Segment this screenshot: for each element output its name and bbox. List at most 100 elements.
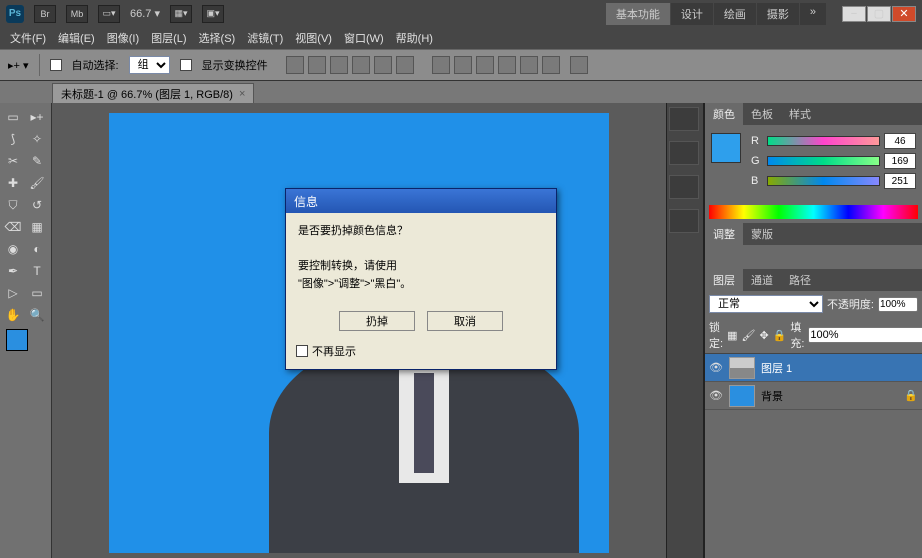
menu-file[interactable]: 文件(F)	[6, 28, 50, 48]
arrange-icon[interactable]: ▦▾	[170, 5, 192, 23]
g-slider[interactable]	[767, 156, 880, 166]
blend-mode-combo[interactable]: 正常	[709, 295, 823, 313]
menu-select[interactable]: 选择(S)	[195, 28, 240, 48]
tab-color[interactable]: 颜色	[705, 103, 743, 125]
workspace-more-icon[interactable]: »	[800, 3, 826, 25]
dont-show-checkbox[interactable]	[296, 345, 308, 357]
maximize-button[interactable]: ▢	[867, 6, 891, 22]
workspace-paint[interactable]: 绘画	[714, 3, 756, 25]
g-input[interactable]	[884, 153, 916, 169]
lock-paint-icon[interactable]: 🖌	[741, 329, 755, 342]
stamp-tool-icon[interactable]: ⛉	[2, 195, 24, 215]
eyedropper-tool-icon[interactable]: ✎	[26, 151, 48, 171]
menu-layer[interactable]: 图层(L)	[147, 28, 190, 48]
wand-tool-icon[interactable]: ✧	[26, 129, 48, 149]
heal-tool-icon[interactable]: ✚	[2, 173, 24, 193]
workspace-basic[interactable]: 基本功能	[606, 3, 670, 25]
move-tool-icon[interactable]: ▸+	[26, 107, 48, 127]
zoom-value[interactable]: 66.7 ▾	[130, 7, 160, 20]
tab-masks[interactable]: 蒙版	[743, 223, 781, 245]
move-tool-icon[interactable]: ▸+ ▾	[8, 59, 29, 72]
eraser-tool-icon[interactable]: ⌫	[2, 217, 24, 237]
workspace-photo[interactable]: 摄影	[757, 3, 799, 25]
lock-move-icon[interactable]: ✥	[759, 329, 768, 342]
brush-tool-icon[interactable]: 🖌	[26, 173, 48, 193]
layer-row[interactable]: 👁 图层 1	[705, 354, 922, 382]
menu-view[interactable]: 视图(V)	[291, 28, 336, 48]
dist-bottom-icon[interactable]	[476, 56, 494, 74]
auto-align-icon[interactable]	[570, 56, 588, 74]
history-panel-icon[interactable]	[669, 107, 699, 131]
extras-icon[interactable]: ▣▾	[202, 5, 224, 23]
b-input[interactable]	[884, 173, 916, 189]
lock-trans-icon[interactable]: ▦	[727, 329, 737, 342]
show-transform-checkbox[interactable]	[180, 59, 192, 71]
gradient-tool-icon[interactable]: ▦	[26, 217, 48, 237]
dist-top-icon[interactable]	[432, 56, 450, 74]
type-tool-icon[interactable]: T	[26, 261, 48, 281]
tab-styles[interactable]: 样式	[781, 103, 819, 125]
bridge-icon[interactable]: Br	[34, 5, 56, 23]
hand-tool-icon[interactable]: ✋	[2, 305, 24, 325]
tab-close-icon[interactable]: ×	[239, 88, 245, 100]
align-hcenter-icon[interactable]	[374, 56, 392, 74]
align-vcenter-icon[interactable]	[308, 56, 326, 74]
lock-all-icon[interactable]: 🔒	[773, 329, 787, 342]
menu-image[interactable]: 图像(I)	[103, 28, 143, 48]
dialog-title[interactable]: 信息	[286, 189, 556, 213]
cancel-button[interactable]: 取消	[427, 311, 503, 331]
screen-mode-icon[interactable]: ▭▾	[98, 5, 120, 23]
menu-help[interactable]: 帮助(H)	[392, 28, 437, 48]
document-tab[interactable]: 未标题-1 @ 66.7% (图层 1, RGB/8) ×	[52, 83, 254, 103]
auto-select-checkbox[interactable]	[50, 59, 62, 71]
opacity-input[interactable]	[878, 297, 918, 312]
align-top-icon[interactable]	[286, 56, 304, 74]
menu-window[interactable]: 窗口(W)	[340, 28, 388, 48]
tab-swatches[interactable]: 色板	[743, 103, 781, 125]
dist-left-icon[interactable]	[498, 56, 516, 74]
tab-layers[interactable]: 图层	[705, 269, 743, 291]
close-button[interactable]: ✕	[892, 6, 916, 22]
auto-select-combo[interactable]: 组	[129, 56, 170, 74]
tab-adjustments[interactable]: 调整	[705, 223, 743, 245]
history-brush-icon[interactable]: ↺	[26, 195, 48, 215]
tab-paths[interactable]: 路径	[781, 269, 819, 291]
minibridge-icon[interactable]: Mb	[66, 5, 88, 23]
marquee-tool-icon[interactable]: ▭	[2, 107, 24, 127]
b-slider[interactable]	[767, 176, 880, 186]
blur-tool-icon[interactable]: ◉	[2, 239, 24, 259]
char-panel-icon[interactable]	[669, 209, 699, 233]
r-slider[interactable]	[767, 136, 880, 146]
pen-tool-icon[interactable]: ✒	[2, 261, 24, 281]
lasso-tool-icon[interactable]: ⟆	[2, 129, 24, 149]
foreground-color-swatch[interactable]	[6, 329, 28, 351]
shape-tool-icon[interactable]: ▭	[26, 283, 48, 303]
menu-filter[interactable]: 滤镜(T)	[243, 28, 287, 48]
r-input[interactable]	[884, 133, 916, 149]
align-right-icon[interactable]	[396, 56, 414, 74]
discard-button[interactable]: 扔掉	[339, 311, 415, 331]
dist-hcenter-icon[interactable]	[520, 56, 538, 74]
dist-right-icon[interactable]	[542, 56, 560, 74]
visibility-icon[interactable]: 👁	[709, 389, 723, 402]
crop-tool-icon[interactable]: ✂	[2, 151, 24, 171]
align-left-icon[interactable]	[352, 56, 370, 74]
tab-channels[interactable]: 通道	[743, 269, 781, 291]
clone-panel-icon[interactable]	[669, 175, 699, 199]
menu-edit[interactable]: 编辑(E)	[54, 28, 99, 48]
layer-thumbnail[interactable]	[729, 385, 755, 407]
layer-name[interactable]: 图层 1	[761, 360, 792, 376]
dodge-tool-icon[interactable]: ◐	[26, 239, 48, 259]
fill-input[interactable]	[808, 327, 922, 343]
brush-panel-icon[interactable]	[669, 141, 699, 165]
visibility-icon[interactable]: 👁	[709, 361, 723, 374]
path-tool-icon[interactable]: ▷	[2, 283, 24, 303]
layer-name[interactable]: 背景	[761, 388, 783, 404]
zoom-tool-icon[interactable]: 🔍	[26, 305, 48, 325]
workspace-design[interactable]: 设计	[671, 3, 713, 25]
color-preview[interactable]	[711, 133, 741, 163]
align-bottom-icon[interactable]	[330, 56, 348, 74]
layer-row[interactable]: 👁 背景 🔒	[705, 382, 922, 410]
dist-vcenter-icon[interactable]	[454, 56, 472, 74]
color-spectrum[interactable]	[709, 205, 918, 219]
